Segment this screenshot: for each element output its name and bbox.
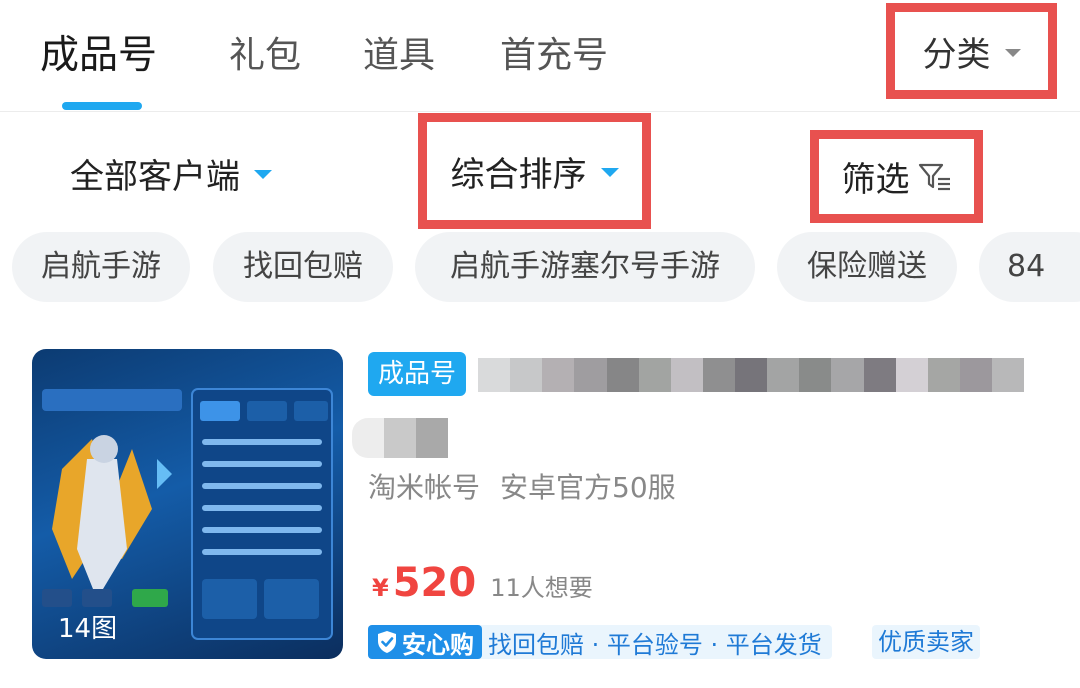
category-dropdown[interactable]: 分类	[886, 3, 1057, 99]
price-block: ¥ 520 11人想要	[372, 560, 593, 606]
platform-label: 淘米帐号	[368, 471, 481, 504]
seller-badge: 优质卖家	[872, 625, 980, 659]
account-type-badge: 成品号	[368, 352, 467, 396]
tag-chip[interactable]: 84	[979, 232, 1080, 302]
guarantee-description: 找回包赔 · 平台验号 · 平台发货	[488, 630, 822, 659]
tab-finished-account[interactable]: 成品号	[40, 30, 157, 82]
chevron-down-icon	[600, 167, 619, 177]
top-tab-bar: 成品号 礼包 道具 首充号 分类	[0, 0, 1080, 112]
currency-symbol: ¥	[372, 574, 389, 602]
guarantee-label: 安心购	[402, 630, 474, 659]
filter-button[interactable]: 筛选	[810, 130, 983, 223]
filter-funnel-icon	[918, 163, 950, 190]
active-tab-indicator	[62, 102, 142, 110]
listing-thumbnail[interactable]: 14图	[32, 349, 343, 659]
tab-first-recharge[interactable]: 首充号	[500, 30, 608, 82]
tab-gift-pack[interactable]: 礼包	[229, 30, 301, 82]
chevron-down-icon	[254, 169, 272, 179]
client-filter-label: 全部客户端	[70, 156, 240, 197]
tab-items[interactable]: 道具	[363, 30, 435, 82]
price-value: 520	[392, 560, 477, 606]
image-count: 14图	[58, 614, 118, 644]
tag-chip[interactable]: 找回包赔	[213, 232, 393, 302]
chevron-down-icon	[1004, 49, 1021, 57]
censored-title	[478, 358, 1025, 392]
sort-dropdown[interactable]: 综合排序	[418, 113, 651, 229]
guarantee-tag: 安心购	[368, 625, 482, 659]
tag-chip[interactable]: 启航手游塞尔号手游	[415, 232, 755, 302]
server-label: 安卓官方50服	[500, 471, 676, 504]
tag-chip[interactable]: 保险赠送	[777, 232, 957, 302]
censored-subtitle	[352, 418, 448, 458]
guarantee-badge: 安心购 找回包赔 · 平台验号 · 平台发货	[368, 625, 832, 659]
sort-label: 综合排序	[450, 154, 587, 195]
client-filter-dropdown[interactable]: 全部客户端	[70, 140, 272, 206]
tag-chip-row: 启航手游 找回包赔 启航手游塞尔号手游 保险赠送 84	[0, 232, 1080, 302]
filter-label: 筛选	[841, 160, 910, 200]
tag-chip[interactable]: 启航手游	[12, 232, 190, 302]
category-label: 分类	[922, 34, 991, 75]
wants-count: 11人想要	[490, 574, 593, 602]
listing-meta: 淘米帐号 安卓官方50服	[368, 466, 676, 506]
shield-check-icon	[378, 631, 396, 653]
